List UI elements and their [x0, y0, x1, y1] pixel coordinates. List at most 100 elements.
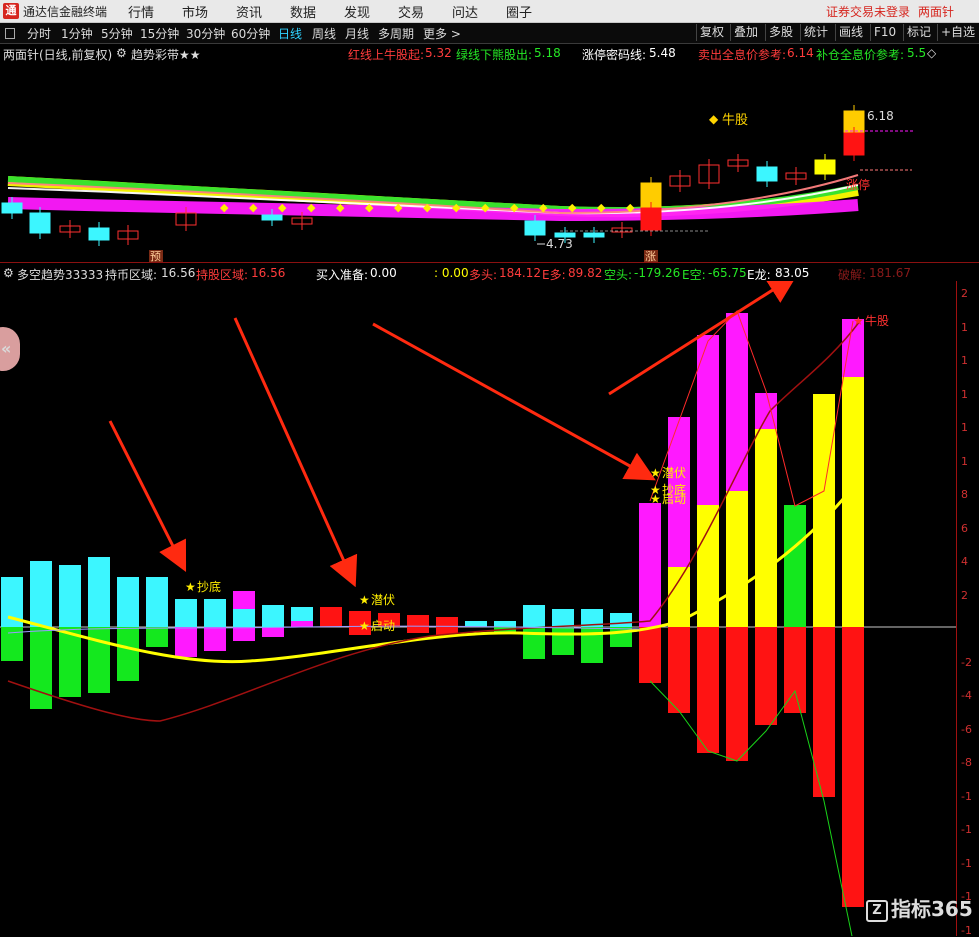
menu-item-news[interactable]: 资讯: [236, 2, 262, 21]
period-tab-monthly[interactable]: 月线: [345, 25, 369, 42]
indicator-gear-icon-2[interactable]: ⚙: [3, 266, 14, 280]
menu-item-ask[interactable]: 问达: [452, 2, 478, 21]
candle-body: [29, 212, 51, 234]
bull-label: 牛股: [722, 113, 748, 128]
indicator-chart[interactable]: ★ 抄底 ★ 潜伏 ★ 启动 ★ 潜伏 ★ 抄底 ★ 启动 ★ 牛股: [0, 281, 956, 936]
axis-tick-label: -6: [961, 722, 972, 736]
diamond-icon: ◇: [927, 46, 937, 60]
add-watchlist-button[interactable]: +自选: [937, 24, 978, 41]
candle-body: [261, 214, 283, 221]
axis-tick-label: 1: [961, 454, 968, 468]
period-tab-daily[interactable]: 日线: [278, 25, 302, 42]
login-status[interactable]: 证券交易未登录: [826, 3, 910, 20]
indicator-bar: [262, 605, 284, 627]
indicator-bar: [30, 627, 52, 709]
indicator-bar: [465, 621, 487, 627]
high-price-label: 6.18: [867, 109, 894, 123]
indicator-bar: [436, 617, 458, 627]
indicator-bar: [407, 615, 429, 627]
green-line-value: 5.18: [534, 46, 561, 60]
annotation-arrow: [108, 420, 187, 573]
candle-body: [1, 202, 23, 214]
adjust-button[interactable]: 复权: [696, 24, 727, 41]
period-toolbar: 分时 1分钟 5分钟 15分钟 30分钟 60分钟 日线 周线 月线 多周期 更…: [0, 23, 979, 44]
axis-tick-label: -1: [961, 823, 972, 836]
hold-stock-value: 16.56: [251, 266, 286, 280]
stock-name-link[interactable]: 两面针: [918, 3, 954, 20]
menu-item-data[interactable]: 数据: [290, 2, 316, 21]
double-chevron-left-icon: «: [1, 339, 12, 358]
menu-item-trade[interactable]: 交易: [398, 2, 424, 21]
multi-stock-button[interactable]: 多股: [765, 24, 796, 41]
indicator-bar-yellow: [726, 491, 748, 521]
indicator-bar: [842, 627, 864, 907]
signal-hide-2: 潜伏: [662, 466, 686, 480]
axis-tick-label: 1: [961, 387, 968, 401]
colon-value: : 0.00: [434, 266, 469, 280]
period-tab-multi[interactable]: 多周期: [378, 25, 414, 42]
f10-button[interactable]: F10: [870, 24, 899, 41]
indicator-gear-icon[interactable]: ⚙: [116, 46, 127, 60]
limit-up-label: 涨停: [846, 177, 870, 192]
signal-start-1: 启动: [371, 619, 395, 633]
indicator-bar: [88, 557, 110, 627]
indicator-name[interactable]: 趋势彩带★★: [131, 46, 201, 63]
indicator-bar: [175, 627, 197, 657]
indicator-bar: [88, 627, 110, 693]
mark-button[interactable]: 标记: [903, 24, 934, 41]
indicator-info-bar: ⚙ 多空趋势33333 持币区域: 16.56 持股区域: 16.56 买入准备…: [0, 264, 979, 282]
add-ref-label: 补仓全息价参考:: [816, 48, 905, 62]
draw-line-button[interactable]: 画线: [835, 24, 866, 41]
period-tab-30min[interactable]: 30分钟: [186, 25, 225, 42]
watermark: Z 指标365: [866, 893, 973, 922]
diamond-marker-icon: ◆: [481, 201, 490, 214]
star-icon: ★: [185, 580, 196, 594]
period-tab-timeshare[interactable]: 分时: [27, 25, 51, 42]
axis-tick-label: -1: [961, 923, 972, 937]
axis-tick-label: -1: [961, 789, 972, 803]
period-tab-1min[interactable]: 1分钟: [61, 25, 93, 42]
indicator-bar: [233, 627, 255, 641]
axis-tick-label: 1: [961, 421, 968, 434]
axis-tick-label: 6: [961, 521, 968, 535]
period-tab-weekly[interactable]: 周线: [312, 25, 336, 42]
red-line-label: 红线上牛股起:: [348, 48, 425, 62]
period-tab-5min[interactable]: 5分钟: [101, 25, 133, 42]
pane-separator[interactable]: [0, 262, 979, 263]
indicator-bar: [59, 565, 81, 627]
trend-ribbons: [7, 174, 859, 222]
overlay-button[interactable]: 叠加: [730, 24, 761, 41]
crack-value: 181.67: [869, 266, 911, 280]
diamond-marker-icon: ◆: [336, 201, 345, 214]
menu-item-circle[interactable]: 圈子: [506, 2, 532, 21]
diamond-marker-icon: ◆: [249, 201, 258, 214]
indicator-bar: [610, 613, 632, 627]
star-icon: ★: [650, 466, 661, 480]
star-icon: ★: [359, 593, 370, 607]
candle-body: [88, 227, 110, 241]
indicator-bar: [697, 627, 719, 753]
axis-tick-label: 4: [961, 555, 968, 568]
indicator-bar: [523, 605, 545, 627]
diamond-markers: ◆ ◆ ◆ ◆ ◆ ◆ ◆ ◆ ◆ ◆ ◆ ◆ ◆ ◆ ◆: [220, 201, 635, 214]
indicator-bar: [233, 609, 255, 627]
indicator-bar: [552, 609, 574, 627]
menu-item-quotes[interactable]: 行情: [128, 2, 154, 21]
red-line-value: 5.32: [425, 46, 452, 60]
indicator-bar-yellow: [755, 429, 777, 503]
candle-body: [583, 232, 605, 238]
menu-item-market[interactable]: 市场: [182, 2, 208, 21]
axis-tick-label: -2: [961, 655, 972, 669]
period-tab-more[interactable]: 更多 >: [423, 25, 461, 42]
panel-toggle-icon[interactable]: [5, 28, 15, 39]
indicator-bar: [117, 627, 139, 681]
diamond-marker-icon: ◆: [365, 201, 374, 214]
price-chart[interactable]: ◆ ◆ ◆ ◆ ◆ ◆ ◆ ◆ ◆ ◆ ◆ ◆ ◆ ◆ ◆ 6.18 4.73 ◆ 牛股 涨停 预 涨: [0, 63, 979, 262]
indicator-bar: [146, 577, 168, 627]
add-ref-value: 5.5: [907, 46, 927, 60]
stats-button[interactable]: 统计: [800, 24, 831, 41]
candle-body: [524, 220, 546, 236]
period-tab-60min[interactable]: 60分钟: [231, 25, 270, 42]
menu-item-discover[interactable]: 发现: [344, 2, 370, 21]
period-tab-15min[interactable]: 15分钟: [140, 25, 179, 42]
